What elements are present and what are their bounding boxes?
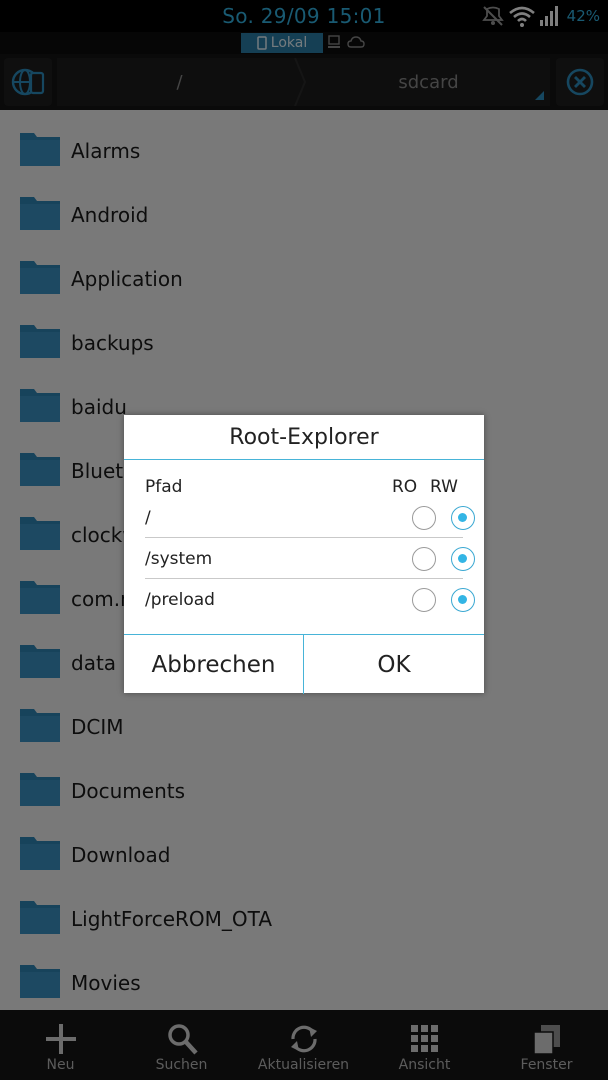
ok-button[interactable]: OK <box>304 635 484 694</box>
rw-radio[interactable] <box>451 506 475 530</box>
mount-path: /preload <box>145 590 215 610</box>
row-divider <box>145 578 463 579</box>
mount-row-root: / <box>145 498 475 538</box>
mount-path: /system <box>145 549 213 569</box>
mount-dialog: Root-Explorer Pfad RO RW / /system /prel… <box>124 415 484 694</box>
screen: So. 29/09 15:01 42% <box>0 0 608 1080</box>
mount-row-preload: /preload <box>145 580 475 620</box>
row-divider <box>145 537 463 538</box>
cancel-button[interactable]: Abbrechen <box>124 635 303 694</box>
column-header-path: Pfad <box>145 477 183 497</box>
dialog-button-row: Abbrechen OK <box>124 634 484 694</box>
dialog-title: Root-Explorer <box>229 425 379 450</box>
column-header-rw: RW <box>430 477 458 497</box>
dialog-title-divider <box>124 459 484 460</box>
rw-radio[interactable] <box>451 547 475 571</box>
rw-radio[interactable] <box>451 588 475 612</box>
ro-radio[interactable] <box>412 506 436 530</box>
ro-radio[interactable] <box>412 547 436 571</box>
column-header-ro: RO <box>392 477 418 497</box>
mount-path: / <box>145 508 151 528</box>
ro-radio[interactable] <box>412 588 436 612</box>
mount-row-system: /system <box>145 539 475 579</box>
